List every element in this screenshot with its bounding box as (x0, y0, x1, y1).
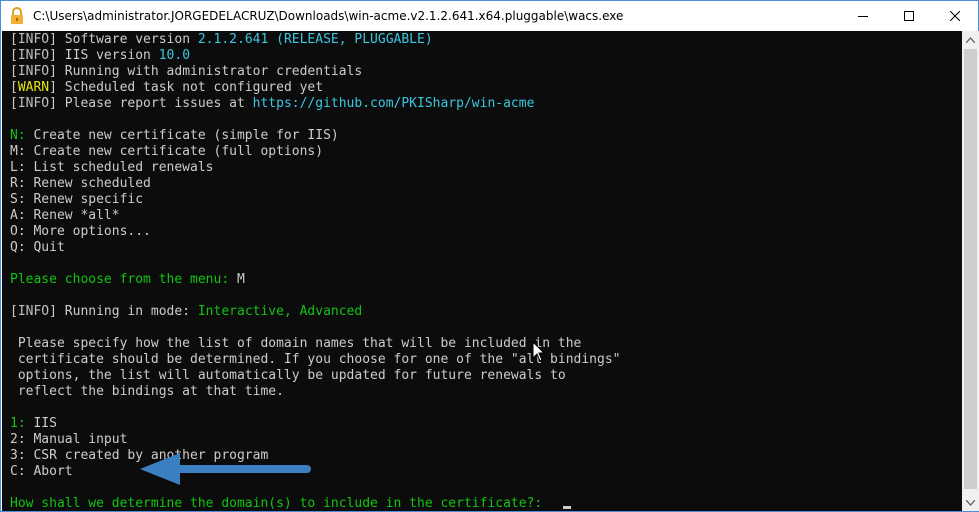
console-text: [ (10, 304, 18, 319)
scroll-up-button[interactable] (962, 31, 979, 48)
console-text: ] Scheduled task not configured yet (49, 80, 324, 95)
console-text: S: Renew specific (10, 192, 144, 207)
console-text: Please choose from the menu: (10, 272, 237, 287)
console-text: reflect the bindings at that time. (10, 384, 284, 399)
scroll-down-button[interactable] (962, 494, 979, 511)
console-line: N: Create new certificate (simple for II… (10, 128, 620, 144)
title-bar[interactable]: C:\Users\administrator.JORGEDELACRUZ\Dow… (1, 1, 978, 31)
console-line: options, the list will automatically be … (10, 368, 620, 384)
console-line: R: Renew scheduled (10, 176, 620, 192)
console-line: [INFO] IIS version 10.0 (10, 48, 620, 64)
console-text: [ (10, 48, 18, 63)
chevron-up-icon (966, 36, 975, 43)
console-text: WARN (17, 80, 50, 95)
scroll-thumb[interactable] (964, 49, 977, 489)
console-text: O: More options... (10, 224, 151, 239)
console-window: C:\Users\administrator.JORGEDELACRUZ\Dow… (0, 0, 979, 512)
console-text: Q: Quit (10, 240, 65, 255)
console-line: reflect the bindings at that time. (10, 384, 620, 400)
console-text: M (236, 272, 245, 287)
console-text: N: (10, 128, 26, 143)
console-text: 2.1.2.641 (RELEASE, PLUGGABLE) (197, 32, 433, 47)
console-line: M: Create new certificate (full options) (10, 144, 620, 160)
console-line: [INFO] Running with administrator creden… (10, 64, 620, 80)
console-text: [ (10, 64, 18, 79)
annotation-arrow-icon (140, 453, 311, 485)
console-line: 2: Manual input (10, 432, 620, 448)
console-text: IIS (25, 416, 57, 431)
console-line: [INFO] Running in mode: Interactive, Adv… (10, 304, 620, 320)
minimize-button[interactable] (840, 1, 886, 31)
console-line: L: List scheduled renewals (10, 160, 620, 176)
console-text: INFO (17, 48, 50, 63)
close-icon (950, 11, 960, 21)
console-line: Please choose from the menu: M (10, 272, 620, 288)
console-line: A: Renew *all* (10, 208, 620, 224)
console-text: ] Running in mode: (49, 304, 198, 319)
console-text: Interactive, Advanced (197, 304, 363, 319)
console-text: ] Software version (49, 32, 198, 47)
console-line: Q: Quit (10, 240, 620, 256)
console-line: certificate should be determined. If you… (10, 352, 621, 368)
console-text: 1: (10, 416, 26, 431)
console-text: C: Abort (10, 464, 73, 479)
console-line: O: More options... (10, 224, 620, 240)
console-text: INFO (17, 304, 50, 319)
text-cursor (563, 506, 571, 509)
console-line: [INFO] Please report issues at https://g… (10, 96, 620, 112)
lock-app-icon (11, 7, 23, 24)
console-output[interactable]: [INFO] Software version 2.1.2.641 (RELEA… (2, 31, 962, 511)
console-line: S: Renew specific (10, 192, 620, 208)
console-text: [ (10, 80, 18, 95)
console-text: R: Renew scheduled (10, 176, 151, 191)
console-text: M: Create new certificate (full options) (10, 144, 324, 159)
console-text: Create new certificate (simple for IIS) (25, 128, 339, 143)
mouse-pointer-icon (532, 341, 546, 362)
maximize-icon (904, 11, 914, 21)
console-text: A: Renew *all* (10, 208, 120, 223)
close-button[interactable] (932, 1, 978, 31)
console-text: https://github.com/PKISharp/win-acme (252, 96, 535, 111)
console-line: [INFO] Software version 2.1.2.641 (RELEA… (10, 32, 620, 48)
console-text: INFO (17, 64, 50, 79)
console-text: INFO (17, 32, 50, 47)
console-line: 1: IIS (10, 416, 620, 432)
vertical-scrollbar[interactable] (962, 31, 979, 511)
console-text: ] Running with administrator credentials (49, 64, 363, 79)
console-line: How shall we determine the domain(s) to … (10, 496, 620, 511)
console-text: Please specify how the list of domain na… (10, 336, 582, 351)
console-lines: [INFO] Software version 2.1.2.641 (RELEA… (10, 32, 620, 511)
console-line: [WARN] Scheduled task not configured yet (10, 80, 620, 96)
console-text: 2: Manual input (10, 432, 128, 447)
chevron-down-icon (966, 499, 975, 506)
console-text: L: List scheduled renewals (10, 160, 214, 175)
console-text: certificate should be determined. If you… (10, 352, 621, 367)
console-text: INFO (17, 96, 50, 111)
console-text: [ (10, 32, 18, 47)
console-text: ] IIS version (49, 48, 159, 63)
console-text: options, the list will automatically be … (10, 368, 566, 383)
maximize-button[interactable] (886, 1, 932, 31)
window-title: C:\Users\administrator.JORGEDELACRUZ\Dow… (33, 9, 624, 23)
minimize-icon (858, 16, 868, 17)
console-text: ] Please report issues at (49, 96, 253, 111)
console-text: How shall we determine the domain(s) to … (10, 496, 551, 511)
console-line: Please specify how the list of domain na… (10, 336, 620, 352)
console-text: 10.0 (158, 48, 191, 63)
console-text: [ (10, 96, 18, 111)
